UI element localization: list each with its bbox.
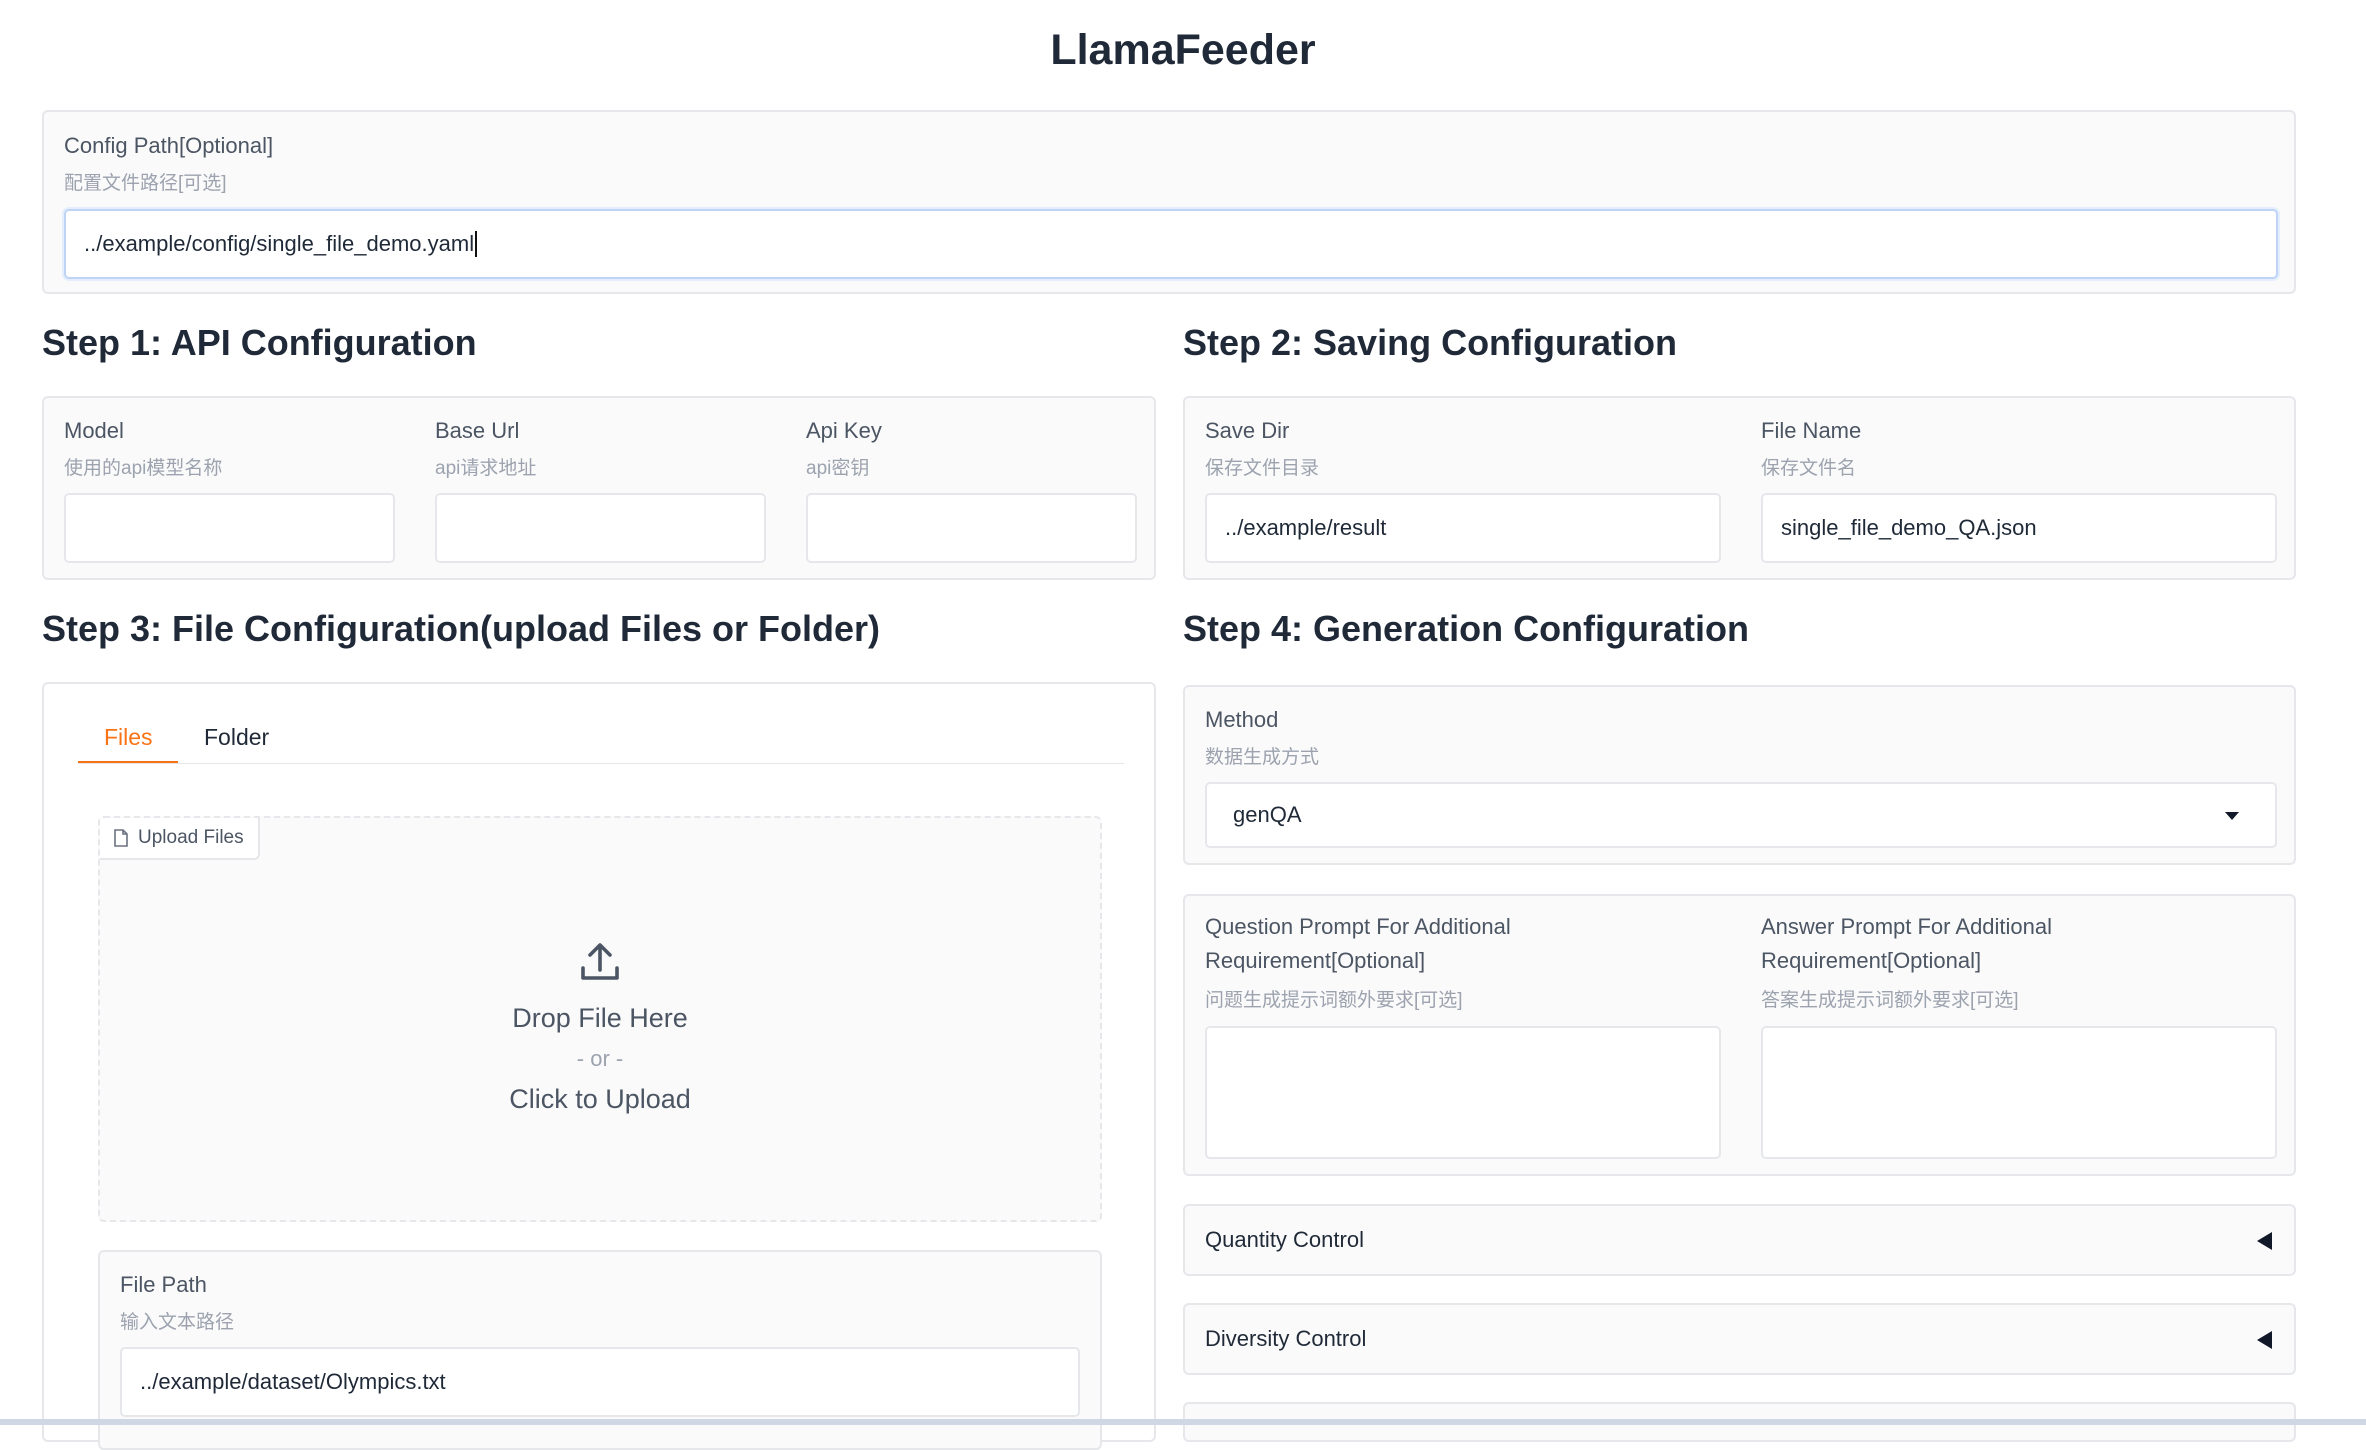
config-path-sublabel: 配置文件路径[可选] bbox=[64, 173, 227, 194]
config-path-panel: Config Path[Optional] 配置文件路径[可选] ../exam… bbox=[42, 110, 2296, 294]
question-prompt-label-line2: Requirement[Optional] bbox=[1205, 948, 1426, 973]
step3-heading: Step 3: File Configuration(upload Files … bbox=[42, 608, 881, 649]
file-upload-dropzone[interactable]: Upload Files Drop File Here - or - Click… bbox=[98, 816, 1102, 1222]
chevron-down-icon bbox=[2225, 812, 2239, 820]
config-path-value: ../example/config/single_file_demo.yaml bbox=[84, 231, 475, 256]
file-name-sublabel: 保存文件名 bbox=[1761, 458, 1857, 479]
config-path-label: Config Path[Optional] bbox=[64, 133, 274, 158]
model-input[interactable] bbox=[64, 493, 395, 563]
step4-heading: Step 4: Generation Configuration bbox=[1183, 608, 1750, 649]
click-to-upload-text: Click to Upload bbox=[509, 1084, 691, 1114]
base-url-sublabel: api请求地址 bbox=[435, 458, 537, 479]
method-dropdown[interactable]: genQA bbox=[1205, 782, 2277, 848]
page-title: LlamaFeeder bbox=[1050, 26, 1316, 74]
window-bottom-edge bbox=[0, 1419, 2366, 1425]
base-url-input[interactable] bbox=[435, 493, 766, 563]
step2-heading: Step 2: Saving Configuration bbox=[1183, 322, 1678, 363]
file-icon bbox=[114, 829, 128, 847]
file-name-label: File Name bbox=[1761, 418, 1862, 443]
upload-files-badge: Upload Files bbox=[100, 818, 260, 860]
model-sublabel: 使用的api模型名称 bbox=[64, 458, 223, 479]
text-caret bbox=[475, 231, 478, 257]
file-path-label: File Path bbox=[120, 1272, 207, 1297]
answer-prompt-label-line2: Requirement[Optional] bbox=[1761, 948, 1982, 973]
question-prompt-sublabel: 问题生成提示词额外要求[可选] bbox=[1205, 990, 1463, 1011]
quantity-control-label: Quantity Control bbox=[1205, 1227, 1364, 1252]
model-label: Model bbox=[64, 418, 124, 443]
method-label: Method bbox=[1205, 707, 1279, 732]
triangle-left-icon bbox=[2257, 1331, 2272, 1349]
method-panel: Method 数据生成方式 genQA bbox=[1183, 685, 2296, 865]
tabs-divider bbox=[78, 763, 1124, 764]
question-prompt-label-line1: Question Prompt For Additional bbox=[1205, 914, 1511, 939]
question-prompt-textarea[interactable] bbox=[1205, 1026, 1721, 1159]
answer-prompt-textarea[interactable] bbox=[1761, 1026, 2277, 1159]
save-dir-label: Save Dir bbox=[1205, 418, 1290, 443]
base-url-label: Base Url bbox=[435, 418, 520, 443]
prompt-panel: Question Prompt For Additional Requireme… bbox=[1183, 894, 2296, 1176]
or-text: - or - bbox=[576, 1046, 624, 1071]
api-key-sublabel: api密钥 bbox=[806, 458, 870, 479]
api-config-panel: Model 使用的api模型名称 Base Url api请求地址 Api Ke… bbox=[42, 396, 1156, 580]
tab-files[interactable]: Files bbox=[104, 724, 153, 751]
api-key-input[interactable] bbox=[806, 493, 1137, 563]
save-dir-sublabel: 保存文件目录 bbox=[1205, 458, 1320, 479]
step1-heading: Step 1: API Configuration bbox=[42, 322, 477, 363]
quantity-control-accordion[interactable]: Quantity Control bbox=[1183, 1204, 2296, 1276]
method-sublabel: 数据生成方式 bbox=[1205, 747, 1320, 768]
save-dir-input[interactable]: ../example/result bbox=[1205, 493, 1721, 563]
config-path-input[interactable]: ../example/config/single_file_demo.yaml bbox=[64, 209, 2278, 279]
drop-file-text: Drop File Here bbox=[512, 1003, 688, 1033]
answer-prompt-sublabel: 答案生成提示词额外要求[可选] bbox=[1761, 990, 2019, 1011]
tab-folder[interactable]: Folder bbox=[204, 724, 269, 751]
file-path-input[interactable]: ../example/dataset/Olympics.txt bbox=[120, 1347, 1080, 1417]
triangle-left-icon bbox=[2257, 1232, 2272, 1250]
api-key-label: Api Key bbox=[806, 418, 882, 443]
saving-config-panel: Save Dir 保存文件目录 ../example/result File N… bbox=[1183, 396, 2296, 580]
diversity-control-label: Diversity Control bbox=[1205, 1326, 1367, 1351]
upload-icon bbox=[581, 943, 619, 980]
file-path-sublabel: 输入文本路径 bbox=[120, 1312, 235, 1333]
file-config-panel: Files Folder Upload Files Drop File Here… bbox=[42, 682, 1156, 1450]
upload-files-label: Upload Files bbox=[138, 827, 244, 848]
answer-prompt-label-line1: Answer Prompt For Additional bbox=[1761, 914, 2053, 939]
diversity-control-accordion[interactable]: Diversity Control bbox=[1183, 1303, 2296, 1375]
file-name-input[interactable]: single_file_demo_QA.json bbox=[1761, 493, 2277, 563]
method-value: genQA bbox=[1233, 802, 1302, 827]
